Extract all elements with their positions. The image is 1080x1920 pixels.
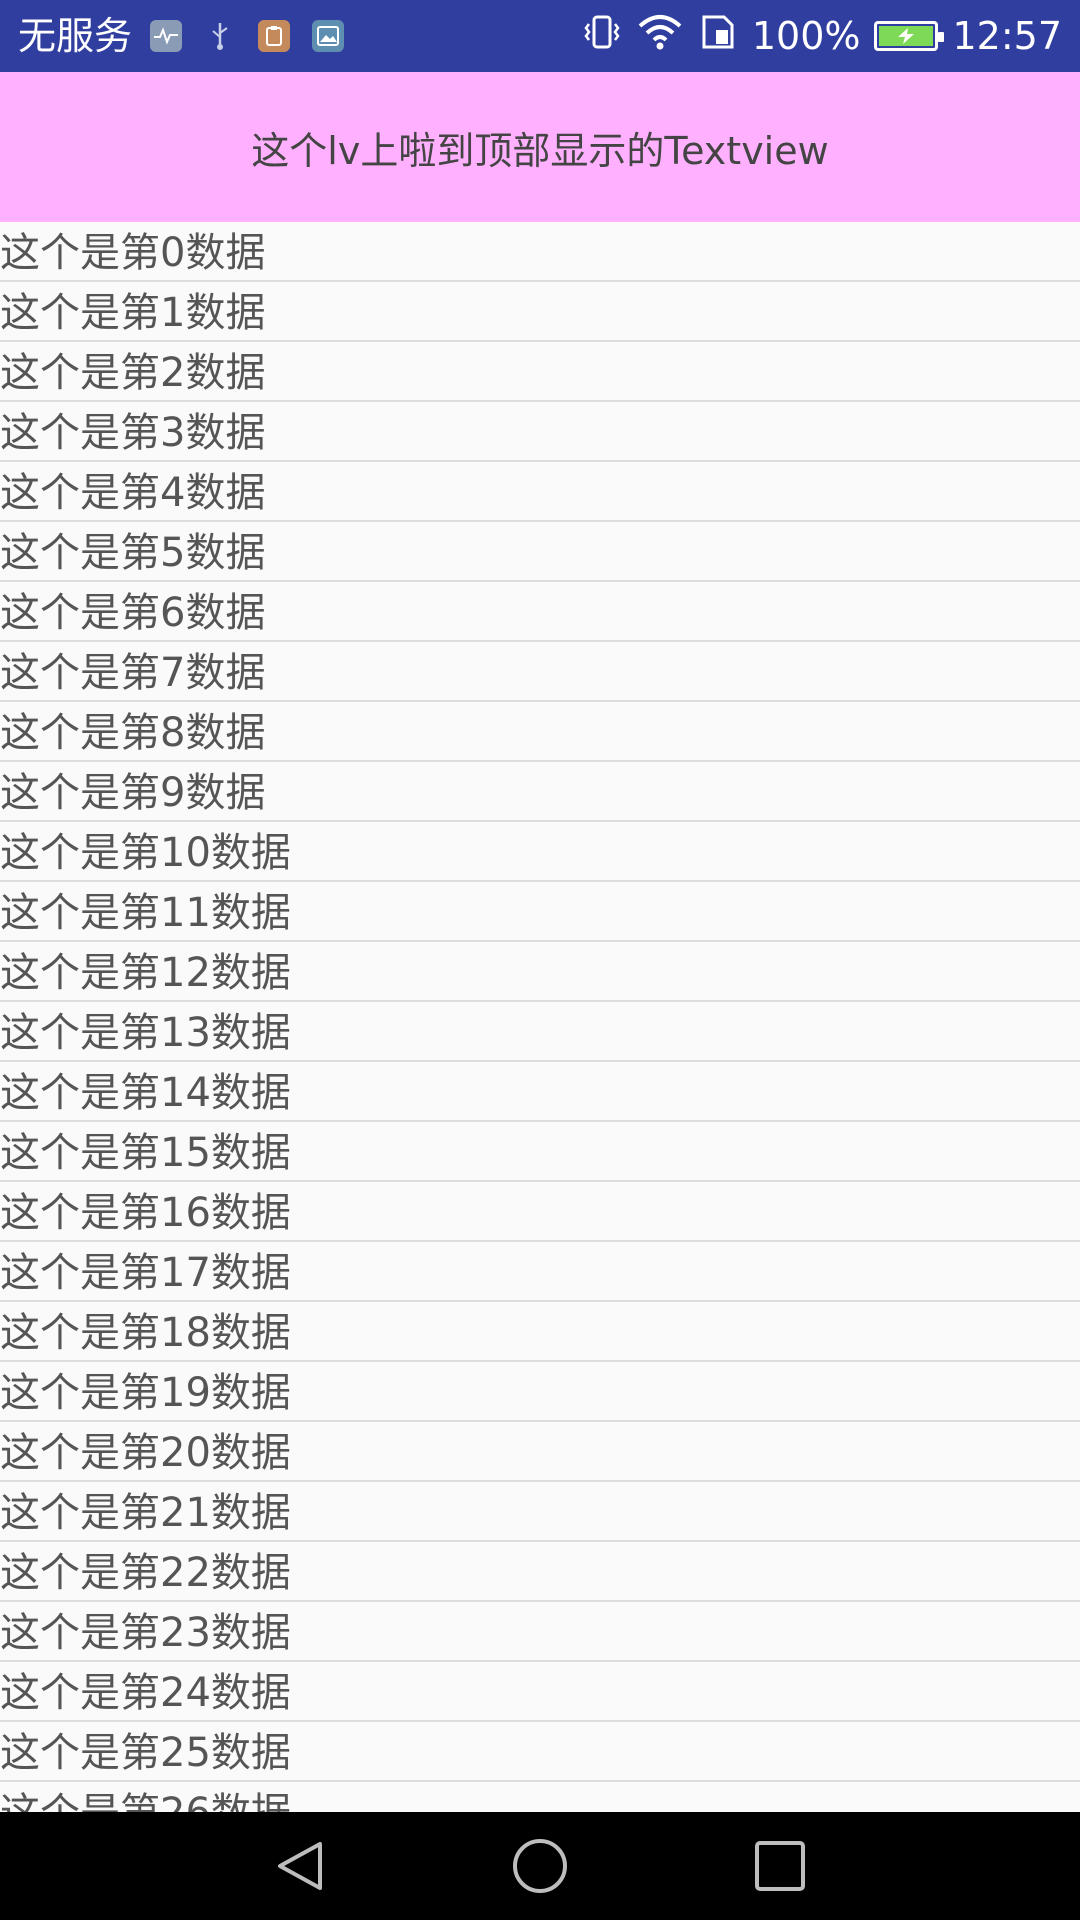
clipboard-icon	[258, 20, 291, 52]
list-item-label: 这个是第1数据	[0, 290, 266, 336]
list-item-label: 这个是第18数据	[0, 1310, 291, 1356]
usb-icon	[204, 20, 236, 52]
list-item-label: 这个是第2数据	[0, 350, 266, 396]
list-item-label: 这个是第5数据	[0, 530, 266, 576]
list-item[interactable]: 这个是第25数据	[0, 1722, 1080, 1782]
list-item[interactable]: 这个是第5数据	[0, 522, 1080, 582]
home-icon[interactable]	[512, 1838, 568, 1894]
list-item[interactable]: 这个是第13数据	[0, 1002, 1080, 1062]
list-item-label: 这个是第6数据	[0, 590, 266, 636]
list-item[interactable]: 这个是第14数据	[0, 1062, 1080, 1122]
list-item-label: 这个是第20数据	[0, 1430, 291, 1476]
list-item-label: 这个是第0数据	[0, 230, 266, 276]
battery-charging-icon	[874, 21, 945, 51]
list-item[interactable]: 这个是第8数据	[0, 702, 1080, 762]
list-item[interactable]: 这个是第22数据	[0, 1542, 1080, 1602]
list-item[interactable]: 这个是第23数据	[0, 1602, 1080, 1662]
list-item-label: 这个是第25数据	[0, 1730, 291, 1776]
list-item-label: 这个是第24数据	[0, 1670, 291, 1716]
status-bar: 无服务 100% 12:57	[0, 0, 1080, 72]
list-item-label: 这个是第26数据	[0, 1780, 291, 1812]
list-item[interactable]: 这个是第18数据	[0, 1302, 1080, 1362]
list-item[interactable]: 这个是第6数据	[0, 582, 1080, 642]
list-item[interactable]: 这个是第17数据	[0, 1242, 1080, 1302]
list-item[interactable]: 这个是第9数据	[0, 762, 1080, 822]
list-item-label: 这个是第21数据	[0, 1490, 291, 1536]
image-icon	[312, 20, 345, 52]
list-item-label: 这个是第17数据	[0, 1250, 291, 1296]
list-item-label: 这个是第3数据	[0, 410, 266, 456]
header-text: 这个lv上啦到顶部显示的Textview	[251, 128, 829, 173]
back-icon[interactable]	[272, 1838, 328, 1894]
list-item-label: 这个是第7数据	[0, 650, 266, 696]
list-item-label: 这个是第11数据	[0, 890, 291, 936]
list-item[interactable]: 这个是第20数据	[0, 1422, 1080, 1482]
carrier-label: 无服务	[18, 14, 133, 58]
list-item-label: 这个是第4数据	[0, 470, 266, 516]
list-item[interactable]: 这个是第0数据	[0, 222, 1080, 282]
list-item[interactable]: 这个是第11数据	[0, 882, 1080, 942]
list-item-label: 这个是第8数据	[0, 710, 266, 756]
list-item-label: 这个是第15数据	[0, 1130, 291, 1176]
list-item[interactable]: 这个是第16数据	[0, 1182, 1080, 1242]
notification-icons	[150, 20, 345, 52]
recents-icon[interactable]	[752, 1838, 808, 1894]
status-right: 100% 12:57	[582, 12, 1062, 61]
list-item[interactable]: 这个是第4数据	[0, 462, 1080, 522]
battery-percent: 100%	[751, 14, 861, 58]
list-item[interactable]: 这个是第15数据	[0, 1122, 1080, 1182]
list-item[interactable]: 这个是第3数据	[0, 402, 1080, 462]
list-item[interactable]: 这个是第24数据	[0, 1662, 1080, 1722]
list-item-label: 这个是第23数据	[0, 1610, 291, 1656]
list-item-label: 这个是第10数据	[0, 830, 291, 876]
list-item-label: 这个是第14数据	[0, 1070, 291, 1116]
heart-monitor-icon	[150, 20, 183, 52]
list-item[interactable]: 这个是第7数据	[0, 642, 1080, 702]
list-item-label: 这个是第12数据	[0, 950, 291, 996]
list-item[interactable]: 这个是第2数据	[0, 342, 1080, 402]
list-item[interactable]: 这个是第10数据	[0, 822, 1080, 882]
navigation-bar	[0, 1812, 1080, 1920]
list-item-label: 这个是第9数据	[0, 770, 266, 816]
list-item-label: 这个是第19数据	[0, 1370, 291, 1416]
sim-card-icon	[698, 12, 738, 61]
list-item[interactable]: 这个是第1数据	[0, 282, 1080, 342]
list-item[interactable]: 这个是第21数据	[0, 1482, 1080, 1542]
list-item-label: 这个是第22数据	[0, 1550, 291, 1596]
vibrate-icon	[582, 12, 622, 61]
list-item-label: 这个是第13数据	[0, 1010, 291, 1056]
list-item[interactable]: 这个是第19数据	[0, 1362, 1080, 1422]
list-view[interactable]: 这个是第0数据 这个是第1数据 这个是第2数据 这个是第3数据 这个是第4数据 …	[0, 222, 1080, 1812]
list-item-label: 这个是第16数据	[0, 1190, 291, 1236]
list-item[interactable]: 这个是第26数据	[0, 1782, 1080, 1812]
header-textview: 这个lv上啦到顶部显示的Textview	[0, 72, 1080, 222]
wifi-icon	[636, 12, 684, 61]
list-item[interactable]: 这个是第12数据	[0, 942, 1080, 1002]
clock: 12:57	[952, 14, 1062, 58]
